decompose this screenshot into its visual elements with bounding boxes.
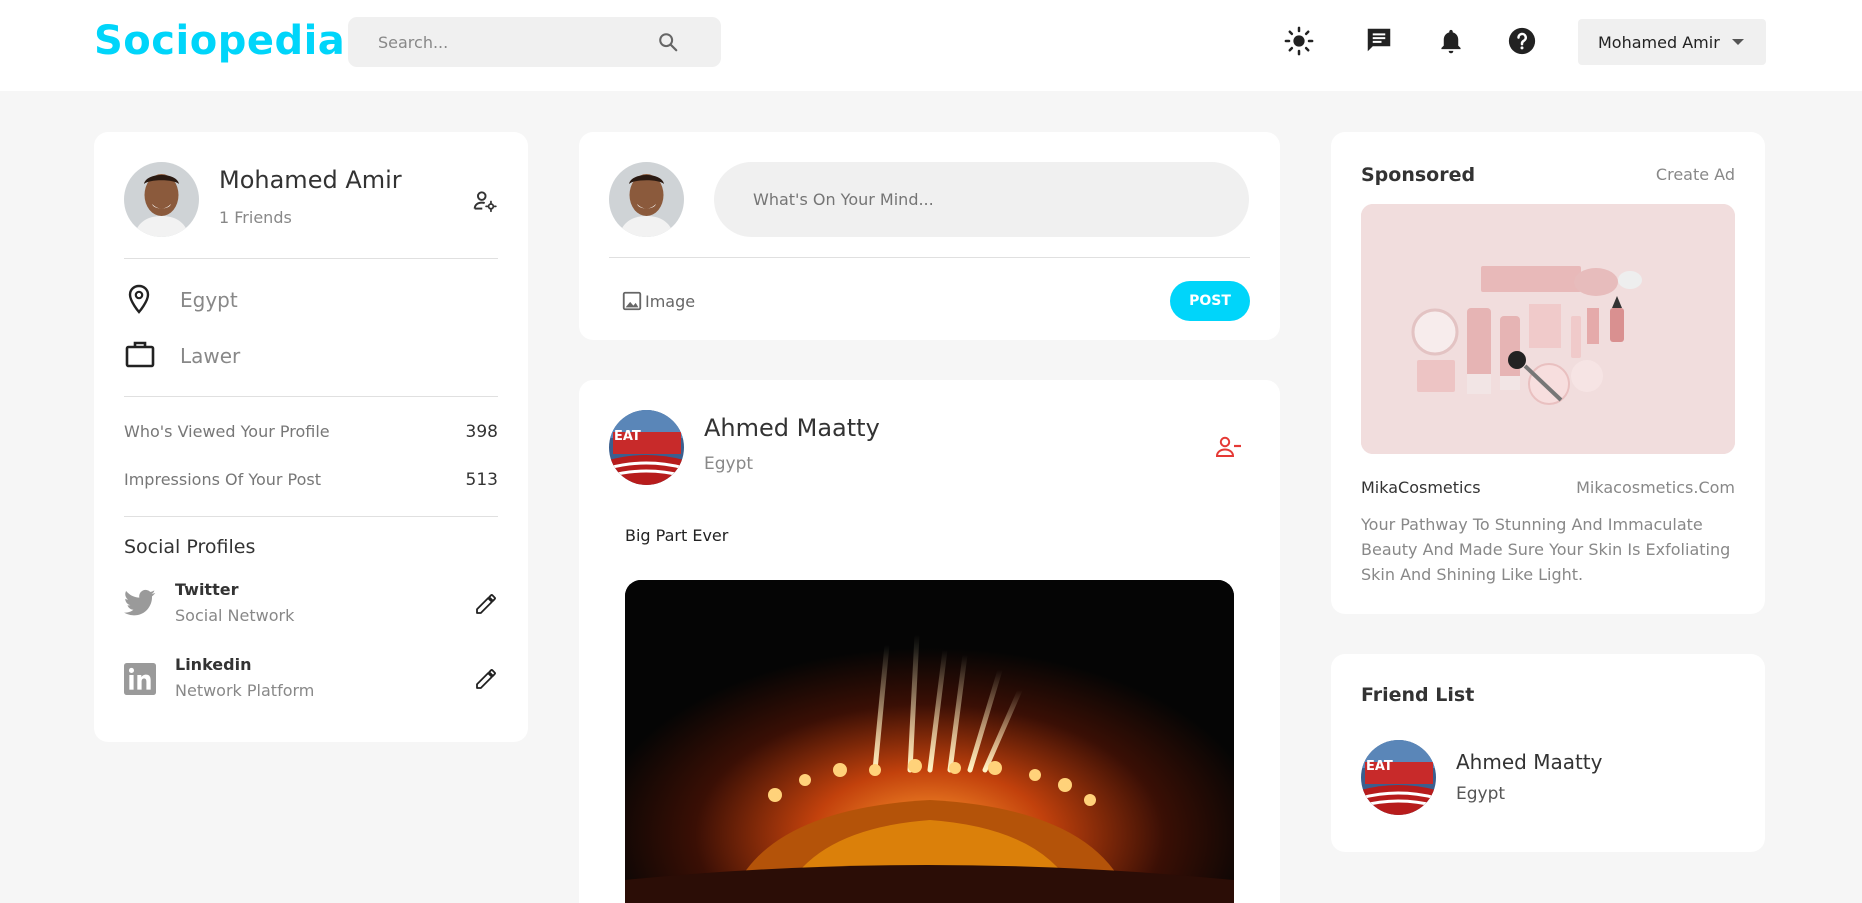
avatar[interactable] <box>124 162 199 237</box>
navbar: Sociopedia Mohamed Amir <box>0 0 1862 91</box>
post-input[interactable] <box>714 162 1249 237</box>
social-desc-twitter: Social Network <box>175 606 295 625</box>
sun-icon[interactable] <box>1284 26 1314 56</box>
location-icon <box>128 284 150 314</box>
manage-account-icon[interactable] <box>472 188 498 214</box>
stat-value-impressions: 513 <box>465 470 498 490</box>
avatar[interactable]: EAT <box>609 410 684 485</box>
help-icon[interactable] <box>1507 26 1537 56</box>
chevron-down-icon <box>1731 39 1744 45</box>
social-desc-linkedin: Network Platform <box>175 681 315 700</box>
social-name-linkedin[interactable]: Linkedin <box>175 655 251 674</box>
twitter-icon <box>124 589 156 616</box>
search-icon[interactable] <box>657 31 679 53</box>
bell-icon[interactable] <box>1436 26 1466 56</box>
ad-site-link[interactable]: Mikacosmetics.Com <box>1576 478 1735 497</box>
avatar[interactable] <box>609 162 684 237</box>
ad-description: Your Pathway To Stunning And Immaculate … <box>1361 515 1731 584</box>
stat-value-views: 398 <box>465 422 498 442</box>
post-author[interactable]: Ahmed Maatty <box>704 414 880 442</box>
avatar-sign-text: EAT <box>1366 759 1393 774</box>
profile-location: Egypt <box>180 288 238 312</box>
post-image[interactable] <box>625 580 1234 903</box>
edit-icon[interactable] <box>474 667 498 691</box>
sponsored-title: Sponsored <box>1361 164 1476 186</box>
post-composer: Image POST <box>579 132 1280 340</box>
divider <box>124 396 498 397</box>
friend-list-card: Friend List EAT Ahmed Maatty Egypt <box>1331 654 1765 852</box>
search-input[interactable] <box>378 30 648 54</box>
divider <box>609 257 1250 258</box>
friend-list-title: Friend List <box>1361 684 1475 706</box>
briefcase-icon <box>125 341 155 368</box>
message-icon[interactable] <box>1364 25 1394 55</box>
social-profiles-title: Social Profiles <box>124 536 256 558</box>
post-location: Egypt <box>704 454 754 474</box>
edit-icon[interactable] <box>474 592 498 616</box>
create-ad-link[interactable]: Create Ad <box>1656 165 1735 184</box>
sponsored-card: Sponsored Create Ad MikaCosmetics Mikaco… <box>1331 132 1765 614</box>
image-icon <box>622 291 642 311</box>
post-text: Big Part Ever <box>625 526 729 545</box>
divider <box>124 516 498 517</box>
friends-count: 1 Friends <box>219 208 292 227</box>
feed-post: EAT Ahmed Maatty Egypt Big Part Ever <box>579 380 1280 903</box>
divider <box>124 258 498 259</box>
remove-friend-icon[interactable] <box>1215 435 1243 459</box>
avatar-sign-text: EAT <box>614 429 641 444</box>
friend-location: Egypt <box>1456 784 1506 804</box>
stat-label-views: Who's Viewed Your Profile <box>124 422 330 441</box>
avatar[interactable]: EAT <box>1361 740 1436 815</box>
ad-brand: MikaCosmetics <box>1361 478 1481 497</box>
app-logo[interactable]: Sociopedia <box>94 18 345 64</box>
linkedin-icon <box>124 663 156 695</box>
search-bar[interactable] <box>348 17 721 67</box>
stat-label-impressions: Impressions Of Your Post <box>124 470 322 489</box>
post-button[interactable]: POST <box>1170 281 1250 321</box>
image-attach-label: Image <box>645 291 696 311</box>
social-name-twitter[interactable]: Twitter <box>175 580 238 599</box>
user-dropdown[interactable]: Mohamed Amir <box>1578 19 1766 65</box>
profile-name[interactable]: Mohamed Amir <box>219 166 402 194</box>
user-dropdown-label: Mohamed Amir <box>1598 32 1720 52</box>
image-attach-button[interactable]: Image <box>621 290 695 312</box>
profile-occupation: Lawer <box>180 344 241 368</box>
profile-card: Mohamed Amir 1 Friends Egypt Lawer Who's… <box>94 132 528 742</box>
ad-image[interactable] <box>1361 204 1735 454</box>
friend-name[interactable]: Ahmed Maatty <box>1456 750 1602 774</box>
